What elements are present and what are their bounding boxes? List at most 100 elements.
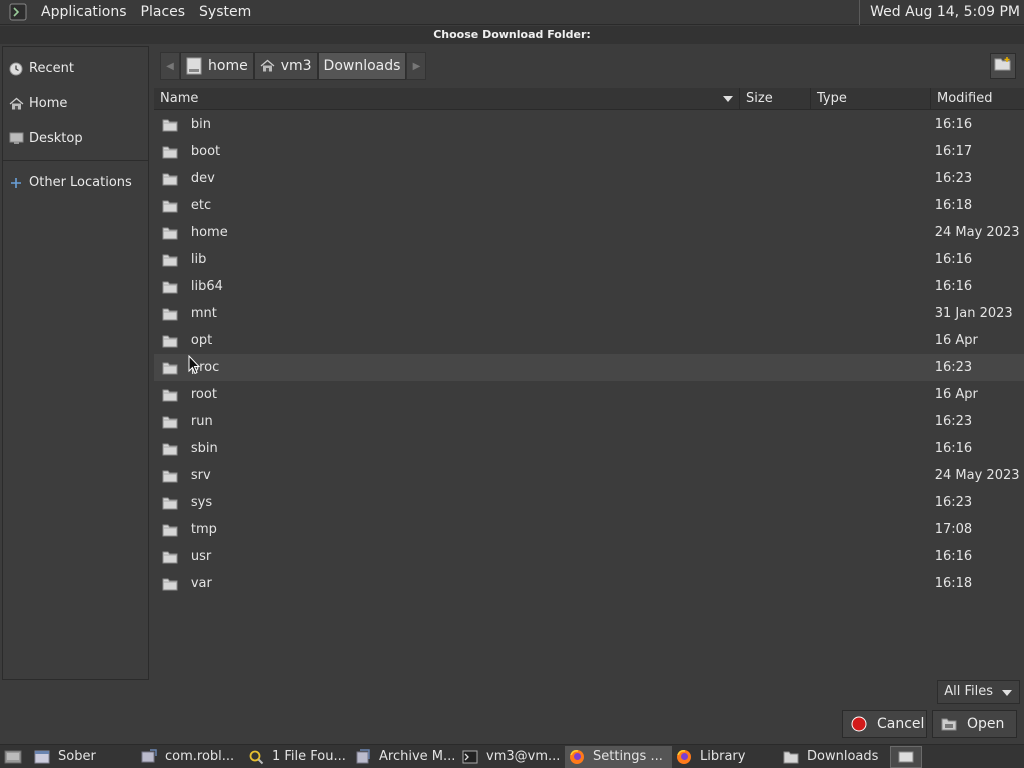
cancel-button[interactable]: Cancel xyxy=(842,710,927,738)
file-row-sbin[interactable]: sbin 16:16 xyxy=(154,435,1024,462)
sidebar-item-desktop[interactable]: Desktop xyxy=(3,121,148,156)
chevron-down-icon xyxy=(1002,690,1012,696)
file-row-etc[interactable]: etc 16:18 xyxy=(154,192,1024,219)
task-list: Sober com.robl... 1 File Fou... Archive M..… xyxy=(30,745,886,768)
file-name: run xyxy=(190,414,213,429)
file-modified: 16:16 xyxy=(934,441,973,456)
menu-applications[interactable]: Applications xyxy=(34,4,134,20)
file-modified: 24 May 2023 xyxy=(934,225,1020,240)
taskbar-item-0[interactable]: Sober xyxy=(30,746,137,768)
file-row-bin[interactable]: bin 16:16 xyxy=(154,111,1024,138)
file-name: dev xyxy=(190,171,215,186)
terminal-logo-icon[interactable] xyxy=(8,2,28,22)
create-folder-button[interactable] xyxy=(990,53,1016,79)
file-name: srv xyxy=(190,468,211,483)
firefox-icon xyxy=(569,749,585,765)
file-name: usr xyxy=(190,549,212,564)
folder-icon xyxy=(162,199,180,213)
file-modified: 16:23 xyxy=(934,414,973,429)
folder-icon xyxy=(162,280,180,294)
file-row-boot[interactable]: boot 16:17 xyxy=(154,138,1024,165)
file-row-tmp[interactable]: tmp 17:08 xyxy=(154,516,1024,543)
sidebar-item-label: Recent xyxy=(29,61,74,76)
file-filter-dropdown[interactable]: All Files xyxy=(937,680,1020,704)
menu-places[interactable]: Places xyxy=(134,4,193,20)
taskbar-item-label: Settings ... xyxy=(593,749,663,764)
drive-icon xyxy=(186,57,202,75)
sidebar-item-home[interactable]: Home xyxy=(3,86,148,121)
file-name: lib xyxy=(190,252,207,267)
file-row-home[interactable]: home 24 May 2023 xyxy=(154,219,1024,246)
folder-icon xyxy=(162,145,180,159)
file-row-opt[interactable]: opt 16 Apr xyxy=(154,327,1024,354)
file-name: proc xyxy=(190,360,220,375)
top-panel: Applications Places System Wed Aug 14, 5… xyxy=(0,0,1024,25)
column-type[interactable]: Type xyxy=(811,88,931,110)
file-row-root[interactable]: root 16 Apr xyxy=(154,381,1024,408)
file-row-proc[interactable]: proc 16:23 xyxy=(154,354,1024,381)
path-segment-label: vm3 xyxy=(280,58,312,74)
taskbar-item-2[interactable]: 1 File Fou... xyxy=(244,746,351,768)
open-button-label: Open xyxy=(967,716,1005,732)
taskbar-item-label: Downloads xyxy=(807,749,879,764)
folder-icon xyxy=(783,749,799,765)
file-filter-label: All Files xyxy=(944,684,993,699)
show-desktop-icon[interactable] xyxy=(2,746,24,768)
folder-icon xyxy=(162,307,180,321)
column-modified-label: Modified xyxy=(937,91,993,106)
file-name: mnt xyxy=(190,306,217,321)
file-modified: 16:16 xyxy=(934,279,973,294)
taskbar-item-5[interactable]: Settings ... xyxy=(565,745,672,768)
open-button[interactable]: Open xyxy=(932,710,1017,738)
file-row-lib[interactable]: lib 16:16 xyxy=(154,246,1024,273)
file-row-mnt[interactable]: mnt 31 Jan 2023 xyxy=(154,300,1024,327)
file-modified: 31 Jan 2023 xyxy=(934,306,1013,321)
plus-icon xyxy=(8,175,24,191)
file-row-dev[interactable]: dev 16:23 xyxy=(154,165,1024,192)
folder-icon xyxy=(162,334,180,348)
file-modified: 16 Apr xyxy=(934,333,978,348)
taskbar-item-3[interactable]: Archive M... xyxy=(351,746,458,768)
column-modified[interactable]: Modified xyxy=(931,88,1024,110)
taskbar-item-label: com.robl... xyxy=(165,749,235,764)
file-row-var[interactable]: var 16:18 xyxy=(154,570,1024,597)
taskbar-item-6[interactable]: Library xyxy=(672,746,779,768)
sidebar-item-other-locations[interactable]: Other Locations xyxy=(3,165,148,200)
workspace-switcher[interactable] xyxy=(890,745,922,768)
path-scroll-right-button[interactable]: ▶ xyxy=(406,52,427,80)
taskbar-item-label: Sober xyxy=(58,749,96,764)
folder-icon xyxy=(162,226,180,240)
path-scroll-left-button[interactable]: ◀ xyxy=(160,52,180,80)
sort-descending-icon xyxy=(723,96,733,102)
file-row-run[interactable]: run 16:23 xyxy=(154,408,1024,435)
home-icon xyxy=(8,96,24,112)
path-segment-home[interactable]: home xyxy=(180,52,254,80)
file-row-usr[interactable]: usr 16:16 xyxy=(154,543,1024,570)
clock-icon xyxy=(8,61,24,77)
column-name[interactable]: Name xyxy=(154,88,740,110)
file-modified: 16 Apr xyxy=(934,387,978,402)
folder-icon xyxy=(162,442,180,456)
firefox-icon xyxy=(676,749,692,765)
file-row-sys[interactable]: sys 16:23 xyxy=(154,489,1024,516)
taskbar-item-label: 1 File Fou... xyxy=(272,749,346,764)
places-sidebar: Recent Home Desktop Other Locations xyxy=(2,46,149,680)
file-row-srv[interactable]: srv 24 May 2023 xyxy=(154,462,1024,489)
file-modified: 16:23 xyxy=(934,171,973,186)
path-segment-vm3[interactable]: vm3 xyxy=(253,52,318,80)
file-modified: 16:16 xyxy=(934,549,973,564)
file-name: root xyxy=(190,387,217,402)
taskbar-item-7[interactable]: Downloads xyxy=(779,746,886,768)
file-row-lib64[interactable]: lib64 16:16 xyxy=(154,273,1024,300)
sidebar-item-recent[interactable]: Recent xyxy=(3,51,148,86)
file-modified: 16:16 xyxy=(934,252,973,267)
archive-icon xyxy=(355,748,371,765)
path-segment-downloads[interactable]: Downloads xyxy=(317,52,407,80)
folder-icon xyxy=(162,577,180,591)
menu-system[interactable]: System xyxy=(192,4,258,20)
window-icon xyxy=(34,749,50,765)
taskbar-item-4[interactable]: vm3@vm... xyxy=(458,746,565,768)
taskbar-item-1[interactable]: com.robl... xyxy=(137,746,244,768)
clock[interactable]: Wed Aug 14, 5:09 PM xyxy=(859,0,1020,25)
column-size[interactable]: Size xyxy=(740,88,811,110)
